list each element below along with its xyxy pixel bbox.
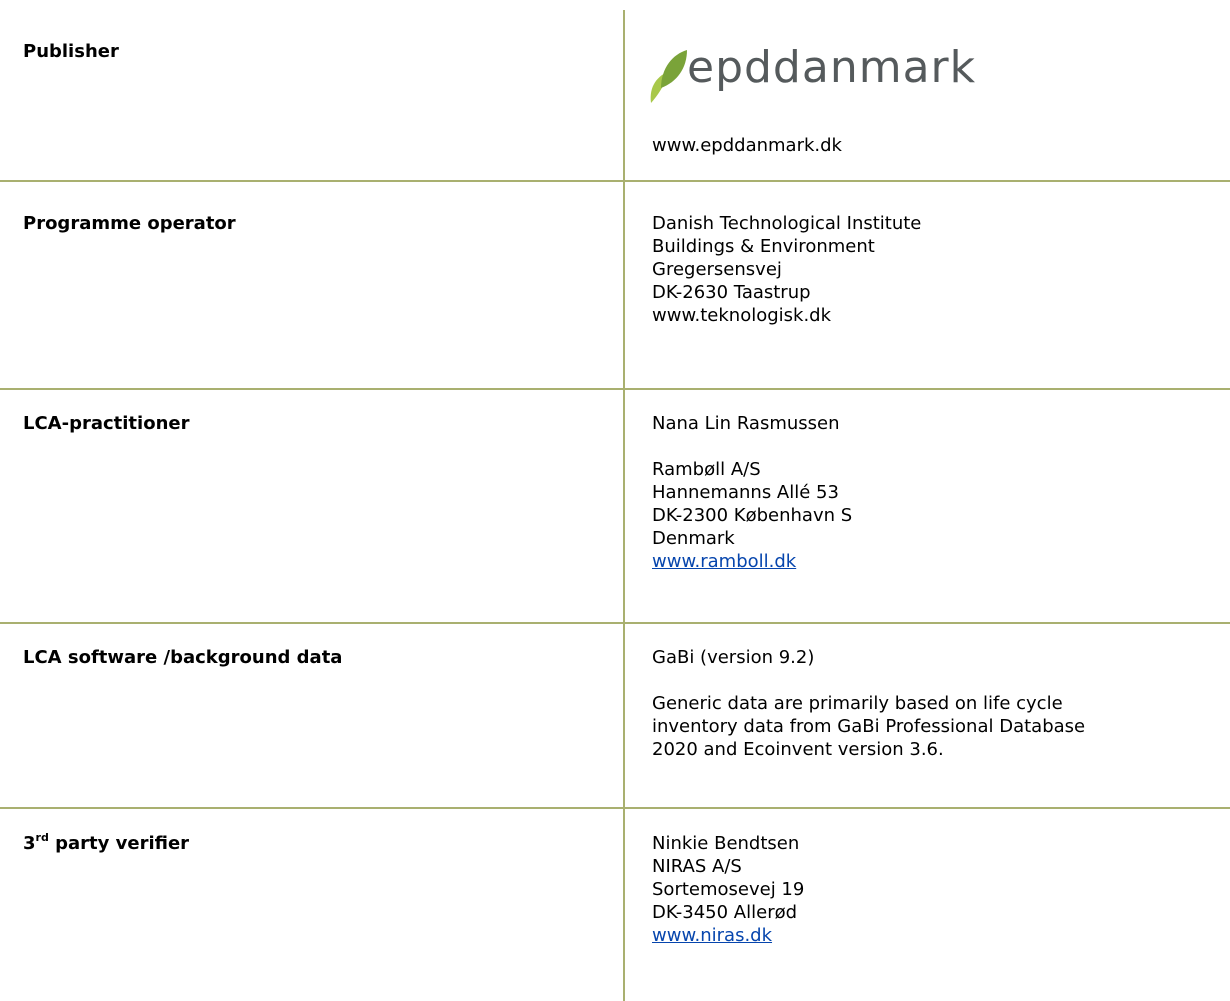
address-line: DK-2300 København S bbox=[652, 505, 853, 526]
row-divider bbox=[0, 180, 1230, 182]
address-line: Rambøll A/S bbox=[652, 459, 761, 480]
verifier-name: Ninkie Bendtsen bbox=[652, 833, 800, 854]
lca-practitioner-details: Nana Lin Rasmussen Rambøll A/S Hannemann… bbox=[652, 412, 1212, 573]
publisher-label: Publisher bbox=[23, 41, 119, 62]
website-text: www.teknologisk.dk bbox=[652, 305, 832, 326]
description-line: inventory data from GaBi Professional Da… bbox=[652, 716, 1086, 737]
verifier-label-text: party verifier bbox=[48, 833, 190, 854]
address-line: Gregersensvej bbox=[652, 259, 782, 280]
row-divider bbox=[0, 622, 1230, 624]
address-line: Buildings & Environment bbox=[652, 236, 875, 257]
verifier-label: 3rd party verifier bbox=[23, 832, 189, 855]
epddanmark-logo: epddanmark bbox=[647, 42, 977, 112]
description-line: Generic data are primarily based on life… bbox=[652, 693, 1063, 714]
epd-info-table: Publisher epddanmark www.epddanmark.dk P… bbox=[0, 0, 1230, 1001]
address-line: Danish Technological Institute bbox=[652, 213, 922, 234]
practitioner-name: Nana Lin Rasmussen bbox=[652, 413, 840, 434]
row-divider bbox=[0, 807, 1230, 809]
address-line: NIRAS A/S bbox=[652, 856, 742, 877]
address-line: DK-3450 Allerød bbox=[652, 902, 798, 923]
address-line: Hannemanns Allé 53 bbox=[652, 482, 839, 503]
row-divider bbox=[0, 388, 1230, 390]
logo-text: epddanmark bbox=[687, 42, 977, 93]
software-version: GaBi (version 9.2) bbox=[652, 647, 815, 668]
niras-link[interactable]: www.niras.dk bbox=[652, 925, 772, 946]
address-line: Denmark bbox=[652, 528, 735, 549]
address-line: DK-2630 Taastrup bbox=[652, 282, 811, 303]
programme-operator-details: Danish Technological Institute Buildings… bbox=[652, 212, 1212, 327]
publisher-website: www.epddanmark.dk bbox=[652, 135, 842, 156]
leaf-icon bbox=[650, 50, 687, 103]
verifier-label-sup: rd bbox=[35, 831, 49, 844]
ramboll-link[interactable]: www.ramboll.dk bbox=[652, 551, 796, 572]
description-line: 2020 and Ecoinvent version 3.6. bbox=[652, 739, 944, 760]
column-divider bbox=[623, 10, 625, 1001]
verifier-label-number: 3 bbox=[23, 833, 36, 854]
lca-software-label: LCA software /background data bbox=[23, 647, 343, 668]
verifier-details: Ninkie Bendtsen NIRAS A/S Sortemosevej 1… bbox=[652, 832, 1212, 947]
lca-practitioner-label: LCA-practitioner bbox=[23, 413, 190, 434]
lca-software-details: GaBi (version 9.2) Generic data are prim… bbox=[652, 646, 1212, 761]
address-line: Sortemosevej 19 bbox=[652, 879, 805, 900]
programme-operator-label: Programme operator bbox=[23, 213, 236, 234]
